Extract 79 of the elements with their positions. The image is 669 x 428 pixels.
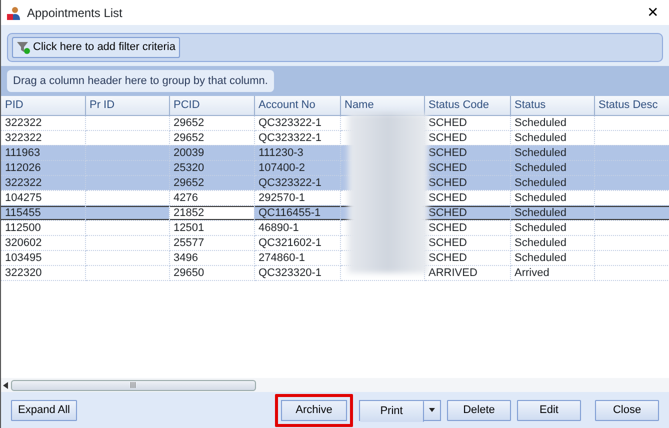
table-cell: SCHED (428, 236, 468, 248)
scrollbar-thumb[interactable] (11, 380, 256, 390)
table-cell: Scheduled (514, 206, 566, 218)
table-cell: QC323320-1 (258, 266, 322, 278)
column-header[interactable]: Status Code (424, 96, 510, 115)
column-header[interactable]: Status Desc (594, 96, 669, 115)
table-cell: SCHED (428, 162, 468, 174)
table-cell: 322322 (5, 132, 42, 144)
filter-icon (17, 40, 30, 54)
table-cell: Scheduled (514, 252, 566, 264)
caret-icon (429, 408, 435, 412)
action-button[interactable]: Archive (275, 394, 353, 426)
table-cell: SCHED (428, 222, 468, 234)
table-cell: Scheduled (514, 222, 566, 234)
table-cell: QC323322-1 (258, 132, 322, 144)
table-cell: 25320 (174, 162, 204, 174)
table-cell: QC116455-1 (258, 206, 321, 218)
table-cell: 274860-1 (258, 252, 305, 264)
scroll-left-icon[interactable] (3, 382, 8, 388)
table-cell: 29652 (174, 132, 204, 144)
table-cell: SCHED (428, 176, 468, 188)
table-cell: 3496 (174, 252, 198, 264)
close-button[interactable]: ✕ (643, 2, 663, 23)
table-cell: QC321602-1 (258, 236, 322, 248)
table-cell: 21852 (174, 206, 204, 218)
table-cell: QC323322-1 (258, 116, 322, 128)
group-hint: Drag a column header here to group by that column. (7, 70, 274, 92)
table-cell: 12501 (174, 222, 204, 234)
table-cell: SCHED (428, 146, 468, 158)
table-cell: Arrived (514, 266, 550, 278)
dropdown-button[interactable] (424, 400, 440, 420)
table-cell: Scheduled (514, 146, 566, 158)
table-cell: Scheduled (514, 116, 566, 128)
table-cell: 29650 (174, 266, 204, 278)
table-cell: QC323322-1 (258, 176, 322, 188)
action-button[interactable]: Close (595, 400, 659, 420)
table-cell: 320602 (5, 236, 42, 248)
column-header[interactable]: Status (510, 96, 594, 115)
column-header[interactable]: PID (1, 96, 85, 115)
column-header[interactable]: Account No (254, 96, 340, 115)
table-cell: 4276 (174, 192, 198, 204)
table-cell: SCHED (428, 192, 468, 204)
table-cell: 29652 (174, 116, 204, 128)
action-button[interactable]: Edit (517, 400, 581, 420)
user-icon (7, 6, 21, 20)
table-cell: SCHED (428, 116, 468, 128)
table-cell: 111963 (5, 146, 40, 158)
add-filter-button[interactable]: Click here to add filter criteria (12, 37, 180, 58)
table-cell: 25577 (174, 236, 204, 248)
table-cell: 111230-3 (258, 146, 304, 158)
table-cell: Scheduled (514, 192, 566, 204)
table-cell: 20039 (174, 146, 204, 158)
column-header[interactable]: Pr ID (85, 96, 169, 115)
table-cell: SCHED (428, 252, 468, 264)
table-cell: Scheduled (514, 132, 566, 144)
action-button[interactable]: Delete (447, 400, 511, 420)
table-cell: 322320 (5, 266, 42, 278)
table-cell: 292570-1 (258, 192, 305, 204)
table-cell: 104275 (5, 192, 42, 204)
table-cell: 46890-1 (258, 222, 299, 234)
action-button[interactable]: Expand All (11, 400, 77, 420)
table-cell: SCHED (428, 206, 468, 218)
table-cell: 107400-2 (258, 162, 305, 174)
table-cell: Scheduled (514, 162, 566, 174)
table-cell: 103495 (5, 252, 42, 264)
table-cell: 112500 (5, 222, 41, 234)
table-cell: Scheduled (514, 236, 566, 248)
table-cell: Scheduled (514, 176, 566, 188)
table-cell: SCHED (428, 132, 468, 144)
table-cell: 322322 (5, 176, 42, 188)
table-cell: 112026 (5, 162, 41, 174)
print-button[interactable]: Print (360, 400, 424, 422)
table-cell: 115455 (5, 206, 41, 218)
window-title: Appointments List (27, 4, 122, 22)
table-cell: 322322 (5, 116, 42, 128)
table-cell: ARRIVED (428, 266, 478, 278)
column-header[interactable]: PCID (169, 96, 254, 115)
grip-icon (130, 382, 137, 388)
table-cell: 29652 (174, 176, 204, 188)
